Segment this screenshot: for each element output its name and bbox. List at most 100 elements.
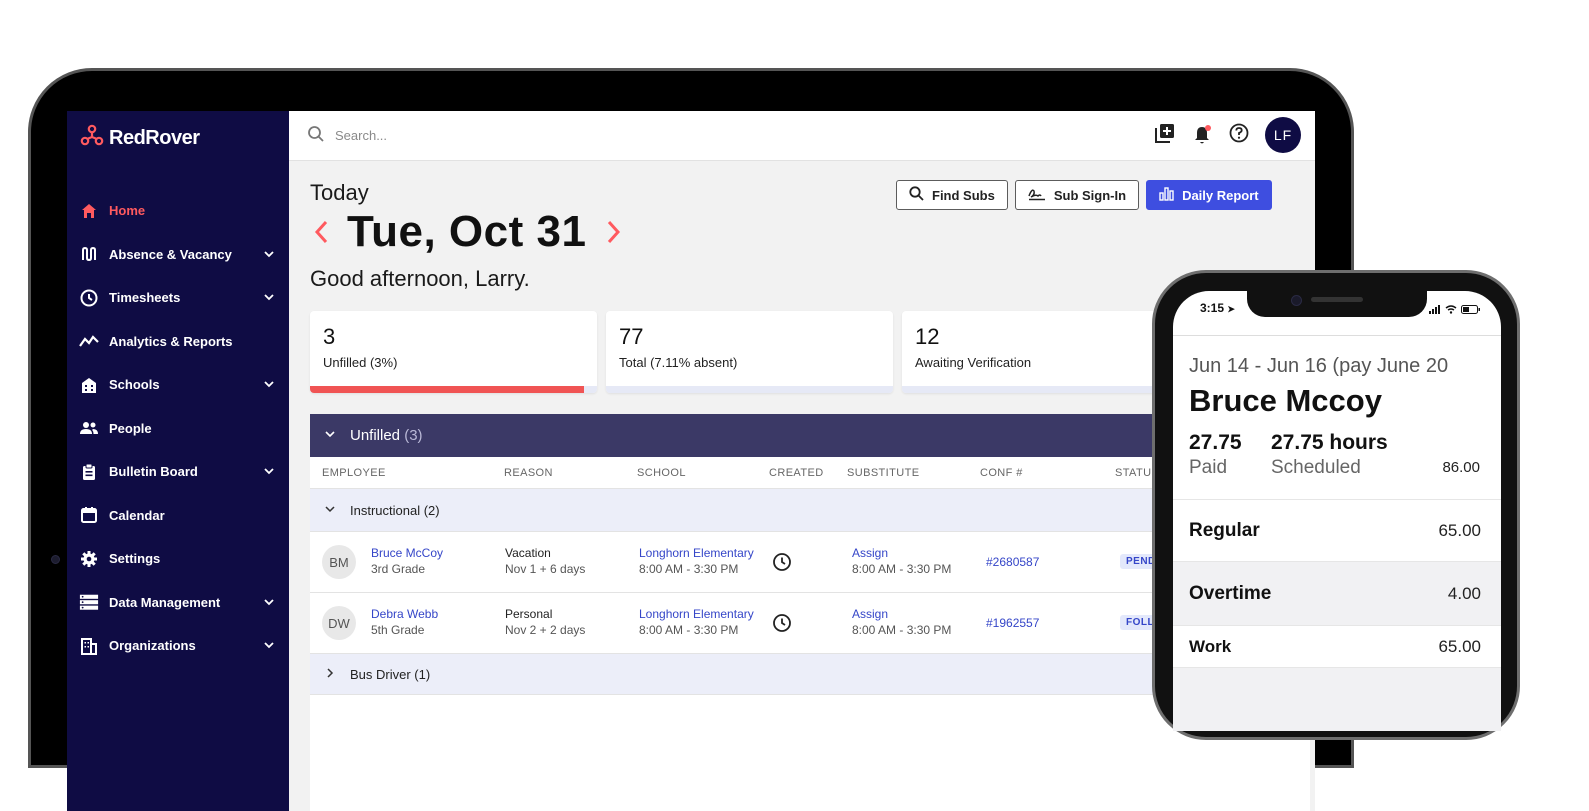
sidebar-item-label: Absence & Vacancy [109,246,232,262]
sidebar-item-data-management[interactable]: Data Management [67,581,289,625]
column-header-employee[interactable]: EMPLOYEE [322,467,386,479]
column-header-substitute[interactable]: SUBSTITUTE [847,467,919,479]
hours-row-label: Overtime [1189,582,1272,604]
paid-hours-stat: 27.75 Paid [1189,431,1242,479]
signature-icon [1028,186,1046,204]
phone-speaker [1311,297,1363,302]
column-header-conf[interactable]: CONF # [980,467,1023,479]
today-label: Today [310,180,369,205]
help-icon[interactable] [1229,123,1249,148]
hours-row-label: Regular [1189,519,1260,541]
phone-status-icons [1429,301,1481,319]
clock-icon[interactable] [772,613,792,636]
phone-screen: 3:15 ➤ Jun 14 - Jun 16 (pay June 20 Bruc… [1173,291,1501,731]
confirmation-number[interactable]: #2680587 [986,554,1039,570]
school-link[interactable]: Longhorn Elementary [639,545,754,561]
sidebar-item-absence-vacancy[interactable]: Absence & Vacancy [67,233,289,277]
sub-sign-in-button[interactable]: Sub Sign-In [1014,180,1140,210]
hours-row-partial [1173,667,1501,731]
sidebar-item-timesheets[interactable]: Timesheets [67,276,289,320]
chevron-down-icon[interactable] [263,595,275,613]
sidebar-item-calendar[interactable]: Calendar [67,494,289,538]
column-header-created[interactable]: CREATED [769,467,824,479]
top-icons: LF [1155,117,1301,153]
sidebar-item-schools[interactable]: Schools [67,363,289,407]
location-arrow-icon: ➤ [1227,304,1235,314]
stat-card-total[interactable]: 77 Total (7.11% absent) [606,311,893,393]
battery-icon [1461,301,1481,319]
sidebar-item-home[interactable]: Home [67,189,289,233]
next-day-button[interactable] [600,212,628,252]
sidebar-item-settings[interactable]: Settings [67,537,289,581]
logo[interactable]: RedRover [79,123,200,154]
assign-substitute-link[interactable]: Assign [852,545,951,561]
sidebar-nav: Home Absence & Vacancy Timesheets Analyt… [67,189,289,668]
hours-row-work[interactable]: Work 65.00 [1173,625,1501,667]
find-subs-label: Find Subs [932,187,995,203]
phone-notch [1247,291,1427,317]
previous-day-button[interactable] [307,212,335,252]
calendar-icon [79,505,99,525]
user-avatar[interactable]: LF [1265,117,1301,153]
column-header-school[interactable]: SCHOOL [637,467,686,479]
notifications-icon[interactable] [1191,124,1213,146]
find-subs-button[interactable]: Find Subs [896,180,1008,210]
sidebar-item-bulletin-board[interactable]: Bulletin Board [67,450,289,494]
people-icon [79,418,99,438]
hours-row-overtime[interactable]: Overtime 4.00 [1173,561,1501,625]
panel-count: (3) [404,427,423,444]
chevron-right-icon [324,667,336,682]
bar-chart-icon [1159,186,1174,204]
sidebar-item-organizations[interactable]: Organizations [67,624,289,668]
sidebar-item-label: Settings [109,551,161,567]
search-input[interactable] [333,123,737,147]
school-time: 8:00 AM - 3:30 PM [639,623,739,637]
scheduled-value: 27.75 hours [1271,431,1388,454]
sidebar-item-label: People [109,420,152,436]
confirmation-number[interactable]: #1962557 [986,615,1039,631]
assign-substitute-link[interactable]: Assign [852,606,951,622]
daily-report-button[interactable]: Daily Report [1146,180,1272,210]
pay-period-range: Jun 14 - Jun 16 (pay June 20 [1189,355,1449,377]
chevron-right-icon [608,220,621,244]
sidebar-item-label: Bulletin Board [109,464,198,480]
stat-value: 77 [619,324,644,349]
reason-detail: Nov 2 + 2 days [505,623,586,637]
scheduled-label: Scheduled [1271,457,1361,478]
chevron-down-icon [324,427,336,444]
substitute-time: 8:00 AM - 3:30 PM [852,623,952,637]
avatar: DW [322,606,356,640]
stat-card-awaiting-verification[interactable]: 12 Awaiting Verification [902,311,1189,393]
clock-icon[interactable] [772,552,792,575]
chevron-down-icon[interactable] [263,247,275,265]
panel-title: Unfilled [350,427,401,444]
server-icon [79,592,99,612]
chevron-down-icon[interactable] [263,290,275,308]
sidebar-item-analytics-reports[interactable]: Analytics & Reports [67,320,289,364]
paid-label: Paid [1189,457,1228,478]
sidebar-item-label: Analytics & Reports [109,333,233,349]
action-buttons: Find Subs Sub Sign-In Daily Report [896,180,1272,210]
office-building-icon [79,636,99,656]
employee-name-link[interactable]: Bruce McCoy [371,545,443,561]
sidebar-item-label: Calendar [109,507,165,523]
reason-detail: Nov 1 + 6 days [505,562,586,576]
employee-name: Bruce Mccoy [1189,383,1382,418]
chevron-down-icon[interactable] [263,377,275,395]
sub-sign-in-label: Sub Sign-In [1053,187,1127,203]
sidebar-item-people[interactable]: People [67,407,289,451]
sidebar-item-label: Home [109,203,146,219]
column-header-reason[interactable]: REASON [504,467,553,479]
stat-card-unfilled[interactable]: 3 Unfilled (3%) [310,311,597,393]
employee-name-link[interactable]: Debra Webb [371,606,438,622]
phone-divider [1173,335,1501,336]
chevron-down-icon[interactable] [263,464,275,482]
phone-clock: 3:15 ➤ [1200,301,1235,315]
chevron-down-icon[interactable] [263,638,275,656]
school-link[interactable]: Longhorn Elementary [639,606,754,622]
hours-row-regular[interactable]: Regular 65.00 [1173,499,1501,561]
add-absence-icon[interactable] [1155,123,1175,148]
brand-name: RedRover [109,127,200,149]
employee-grade: 3rd Grade [371,562,426,576]
hours-row-value: 4.00 [1447,583,1481,603]
